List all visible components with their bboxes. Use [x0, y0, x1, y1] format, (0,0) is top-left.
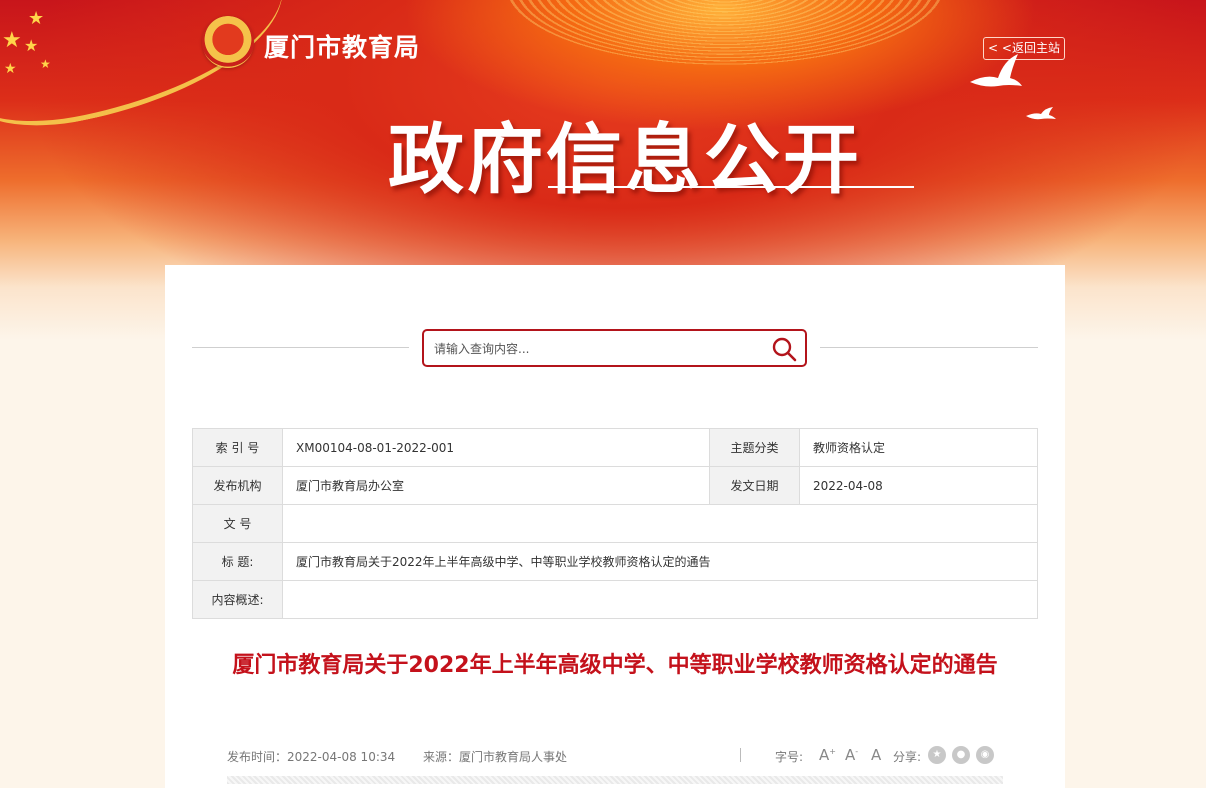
search-input[interactable] [434, 338, 754, 360]
document-number-label: 文 号 [192, 504, 283, 543]
dove-icon [970, 54, 1022, 87]
star-icon: ★ [24, 36, 39, 55]
font-size-small-button[interactable]: A [871, 746, 881, 764]
font-size-medium-button[interactable]: A- [845, 746, 858, 764]
font-size-large-glyph: A [819, 746, 830, 764]
article-source: 来源：厦门市教育局人事处 [423, 750, 568, 764]
star-icon: ★ [4, 61, 17, 77]
banner-ribbon [0, 0, 301, 143]
index-number-value: XM00104-08-01-2022-001 [282, 428, 710, 467]
table-row: 发布机构 厦门市教育局办公室 发文日期 2022-04-08 [192, 466, 1038, 505]
article-title: 厦门市教育局关于2022年上半年高级中学、中等职业学校教师资格认定的通告 [232, 653, 998, 678]
hero-title: 政府信息公开 [388, 115, 862, 204]
publish-time: 发布时间：2022-04-08 10:34 [227, 750, 396, 764]
topic-category-value: 教师资格认定 [799, 428, 1038, 467]
issue-date-label: 发文日期 [709, 466, 800, 505]
font-size-large-button[interactable]: A+ [819, 746, 836, 764]
divider [740, 748, 741, 762]
share-label: 分享: [893, 750, 922, 764]
hero-underline [548, 186, 914, 188]
title-label: 标 题: [192, 542, 283, 581]
table-row: 文 号 [192, 504, 1038, 543]
star-icon: ★ [40, 57, 51, 71]
share-weibo-icon[interactable]: ◉ [976, 746, 994, 764]
summary-value [282, 580, 1038, 619]
search-icon[interactable] [771, 336, 797, 362]
index-number-label: 索 引 号 [192, 428, 283, 467]
title-value: 厦门市教育局关于2022年上半年高级中学、中等职业学校教师资格认定的通告 [282, 542, 1038, 581]
divider [192, 347, 409, 348]
issue-date-value: 2022-04-08 [799, 466, 1038, 505]
banner-sunburst [505, 0, 945, 65]
font-size-small-glyph: A [871, 746, 882, 764]
search-box [422, 329, 807, 367]
document-number-value [282, 504, 1038, 543]
summary-label: 内容概述: [192, 580, 283, 619]
share-wechat-icon[interactable]: ● [952, 746, 970, 764]
font-size-medium-glyph: A [845, 746, 856, 764]
document-metadata-table: 索 引 号 XM00104-08-01-2022-001 主题分类 教师资格认定… [192, 428, 1038, 619]
share-qzone-icon[interactable]: ★ [928, 746, 946, 764]
site-name[interactable]: 厦门市教育局 [264, 28, 420, 64]
table-row: 内容概述: [192, 580, 1038, 619]
divider [227, 776, 1003, 784]
dove-icon [1026, 107, 1056, 120]
star-icon: ★ [2, 28, 22, 53]
table-row: 标 题: 厦门市教育局关于2022年上半年高级中学、中等职业学校教师资格认定的通… [192, 542, 1038, 581]
national-emblem-icon [202, 16, 254, 68]
divider [820, 347, 1038, 348]
font-size-label: 字号: [775, 750, 804, 764]
content-panel: 索 引 号 XM00104-08-01-2022-001 主题分类 教师资格认定… [165, 265, 1065, 788]
topic-category-label: 主题分类 [709, 428, 800, 467]
publisher-label: 发布机构 [192, 466, 283, 505]
table-row: 索 引 号 XM00104-08-01-2022-001 主题分类 教师资格认定 [192, 428, 1038, 467]
star-icon: ★ [28, 8, 45, 29]
publisher-value: 厦门市教育局办公室 [282, 466, 710, 505]
article-info-bar: 发布时间：2022-04-08 10:34 来源：厦门市教育局人事处 字号: A… [227, 746, 1003, 770]
